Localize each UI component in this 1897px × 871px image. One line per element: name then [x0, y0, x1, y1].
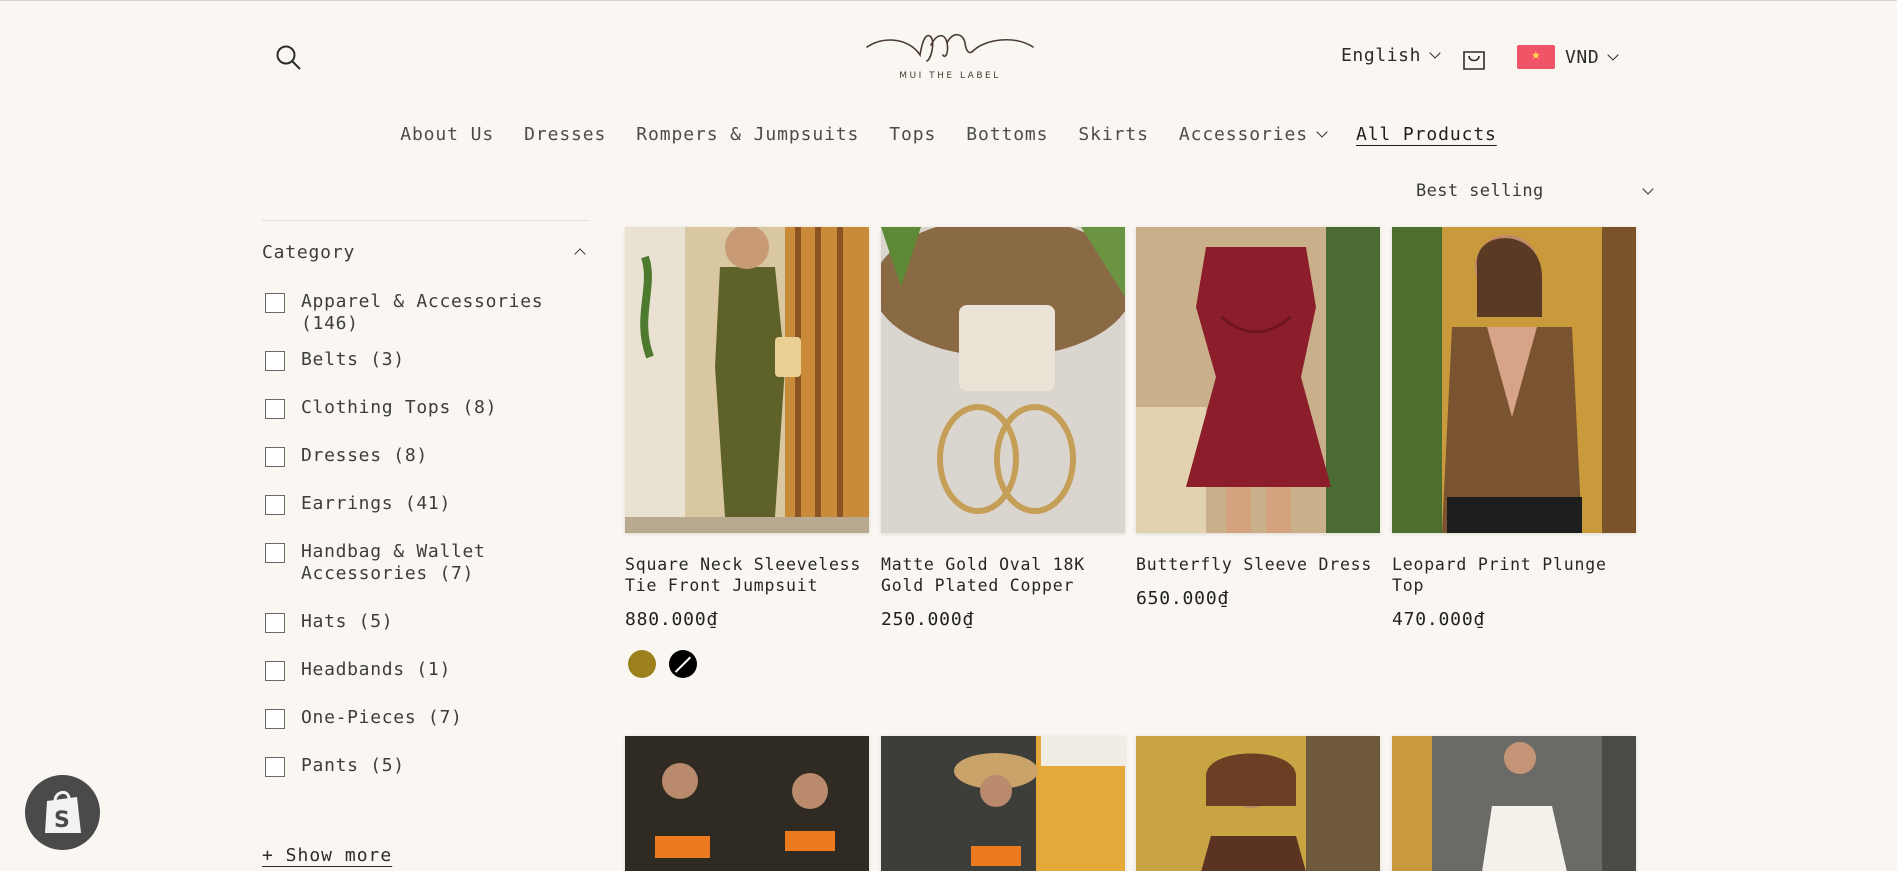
- filter-option[interactable]: Headbands (1): [262, 651, 588, 699]
- cart-icon[interactable]: [1460, 45, 1488, 73]
- filter-sidebar: Category Apparel & Accessories (146) Bel…: [262, 220, 588, 795]
- checkbox[interactable]: [265, 495, 285, 515]
- product-card[interactable]: Butterfly Sleeve Dress 650.000₫: [1136, 227, 1380, 609]
- nav-accessories-label: Accessories: [1178, 123, 1308, 145]
- color-swatch-black-sold-out[interactable]: [669, 650, 697, 678]
- filter-option[interactable]: Earrings (41): [262, 485, 588, 533]
- product-image[interactable]: [881, 736, 1125, 871]
- category-filter-toggle[interactable]: Category: [262, 221, 588, 283]
- product-card[interactable]: Leopard Print Plunge Top 470.000₫: [1392, 227, 1636, 630]
- nav-accessories[interactable]: Accessories: [1164, 121, 1341, 147]
- chevron-down-icon: [1641, 182, 1654, 195]
- category-heading: Category: [262, 241, 356, 263]
- nav-skirts[interactable]: Skirts: [1063, 121, 1163, 147]
- page: MUI THE LABEL English VND About Us Dress…: [0, 0, 1897, 871]
- shopify-bag-icon[interactable]: S: [25, 775, 100, 850]
- nav-bottoms[interactable]: Bottoms: [951, 121, 1063, 147]
- checkbox[interactable]: [265, 709, 285, 729]
- product-card[interactable]: [881, 736, 1125, 871]
- chevron-down-icon: [1607, 48, 1619, 61]
- product-title[interactable]: Matte Gold Oval 18K Gold Plated Copper: [881, 554, 1125, 596]
- sort-select[interactable]: Best selling: [1416, 181, 1654, 201]
- logo-signature-icon: [866, 33, 1034, 62]
- filter-option[interactable]: Belts (3): [262, 341, 588, 389]
- product-image[interactable]: [1392, 736, 1636, 871]
- store-logo[interactable]: MUI THE LABEL: [862, 25, 1038, 91]
- checkbox[interactable]: [265, 757, 285, 777]
- product-title[interactable]: Butterfly Sleeve Dress: [1136, 554, 1380, 575]
- product-image[interactable]: [1136, 227, 1380, 533]
- checkbox[interactable]: [265, 351, 285, 371]
- filter-option[interactable]: Hats (5): [262, 603, 588, 651]
- nav-tops[interactable]: Tops: [874, 121, 951, 147]
- product-image[interactable]: [625, 227, 869, 533]
- product-card[interactable]: [1392, 736, 1636, 871]
- checkbox[interactable]: [265, 613, 285, 633]
- search-icon[interactable]: [274, 43, 304, 73]
- filter-option[interactable]: Handbag & Wallet Accessories (7): [262, 533, 588, 603]
- checkbox[interactable]: [265, 661, 285, 681]
- nav-all-products[interactable]: All Products: [1341, 121, 1512, 147]
- product-price: 470.000₫: [1392, 609, 1486, 630]
- sort-label: Best selling: [1416, 181, 1544, 201]
- currency-label: VND: [1565, 46, 1600, 68]
- product-card[interactable]: [625, 736, 869, 871]
- product-card[interactable]: Square Neck Sleeveless Tie Front Jumpsui…: [625, 227, 869, 678]
- vietnam-flag-icon: [1517, 45, 1555, 69]
- color-swatches: [625, 650, 869, 678]
- checkbox[interactable]: [265, 447, 285, 467]
- color-swatch-olive[interactable]: [628, 650, 656, 678]
- language-label: English: [1341, 45, 1422, 66]
- filter-option[interactable]: Pants (5): [262, 747, 588, 795]
- product-image[interactable]: [881, 227, 1125, 533]
- svg-text:S: S: [54, 808, 70, 833]
- product-title[interactable]: Leopard Print Plunge Top: [1392, 554, 1636, 596]
- show-more-link[interactable]: + Show more: [262, 845, 392, 866]
- language-selector[interactable]: English: [1341, 45, 1441, 66]
- checkbox[interactable]: [265, 543, 285, 563]
- main-nav: About Us Dresses Rompers & Jumpsuits Top…: [0, 121, 1897, 147]
- chevron-up-icon: [574, 248, 586, 260]
- nav-dresses[interactable]: Dresses: [509, 121, 621, 147]
- logo-text: MUI THE LABEL: [899, 71, 1001, 81]
- filter-option[interactable]: One-Pieces (7): [262, 699, 588, 747]
- filter-option[interactable]: Dresses (8): [262, 437, 588, 485]
- product-price: 880.000₫: [625, 609, 719, 630]
- filter-option[interactable]: Clothing Tops (8): [262, 389, 588, 437]
- checkbox[interactable]: [265, 399, 285, 419]
- nav-about-us[interactable]: About Us: [385, 121, 509, 147]
- checkbox[interactable]: [265, 293, 285, 313]
- product-price: 250.000₫: [881, 609, 975, 630]
- product-price: 650.000₫: [1136, 588, 1230, 609]
- product-title[interactable]: Square Neck Sleeveless Tie Front Jumpsui…: [625, 554, 869, 596]
- category-filter-list: Apparel & Accessories (146) Belts (3) Cl…: [262, 283, 588, 795]
- product-image[interactable]: [1392, 227, 1636, 533]
- currency-selector[interactable]: VND: [1517, 45, 1619, 69]
- product-card[interactable]: Matte Gold Oval 18K Gold Plated Copper 2…: [881, 227, 1125, 630]
- product-image[interactable]: [625, 736, 869, 871]
- product-card[interactable]: [1136, 736, 1380, 871]
- filter-option[interactable]: Apparel & Accessories (146): [262, 283, 588, 341]
- chevron-down-icon: [1429, 47, 1441, 59]
- product-image[interactable]: [1136, 736, 1380, 871]
- chevron-down-icon: [1316, 125, 1328, 138]
- nav-rompers-jumpsuits[interactable]: Rompers & Jumpsuits: [621, 121, 874, 147]
